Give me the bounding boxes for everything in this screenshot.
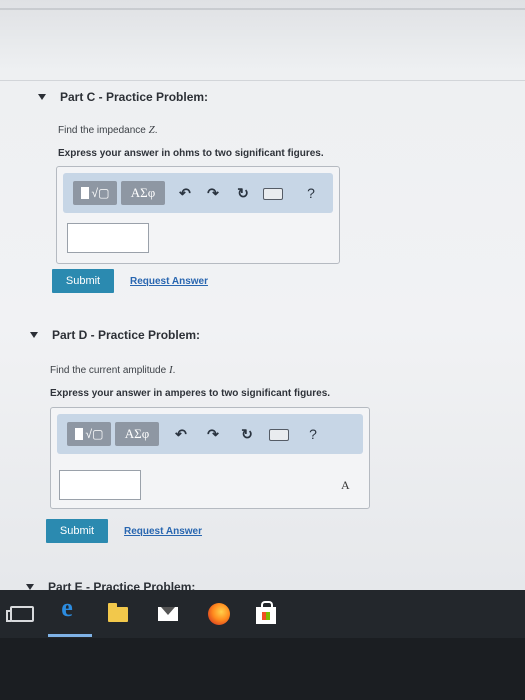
part-c-submit-button[interactable]: Submit <box>52 269 114 293</box>
part-d-request-answer-link[interactable]: Request Answer <box>124 526 202 537</box>
part-c-header[interactable]: Part C - Practice Problem: <box>38 90 208 104</box>
templates-button[interactable]: √▢ <box>67 422 111 446</box>
redo-icon[interactable]: ↷ <box>203 424 223 444</box>
help-button[interactable]: ? <box>303 424 323 444</box>
task-view-icon[interactable] <box>6 606 34 622</box>
keyboard-icon[interactable] <box>269 429 289 441</box>
part-d-header[interactable]: Part D - Practice Problem: <box>30 328 200 342</box>
symbols-button[interactable]: ΑΣφ <box>115 422 159 446</box>
file-explorer-icon[interactable] <box>108 603 128 622</box>
impedance-input[interactable] <box>67 223 149 253</box>
templates-button[interactable]: √▢ <box>73 181 117 205</box>
templates-label: √▢ <box>91 186 110 200</box>
taskbar: e <box>0 590 525 700</box>
collapse-caret-icon[interactable] <box>30 332 38 338</box>
symbols-button[interactable]: ΑΣφ <box>121 181 165 205</box>
unit-label: A <box>341 478 350 492</box>
browser-content: Part C - Practice Problem: Find the impe… <box>0 0 525 594</box>
part-d-submit-button[interactable]: Submit <box>46 519 108 543</box>
part-c-title: Part C - Practice Problem: <box>60 90 209 104</box>
templates-label: √▢ <box>85 427 104 441</box>
undo-icon[interactable]: ↶ <box>175 183 195 203</box>
reset-icon[interactable]: ↻ <box>237 424 257 444</box>
part-d-title: Part D - Practice Problem: <box>52 328 201 342</box>
store-icon[interactable] <box>256 601 276 624</box>
part-d-answer-box: √▢ ΑΣφ ↶ ↷ ↻ ? A <box>50 407 370 509</box>
help-button[interactable]: ? <box>301 183 321 203</box>
prompt-variable: Z <box>148 124 155 136</box>
template-block-icon <box>74 428 83 440</box>
template-block-icon <box>80 187 89 199</box>
part-c-request-answer-link[interactable]: Request Answer <box>130 276 208 287</box>
keyboard-icon[interactable] <box>263 188 283 200</box>
part-d-instruction: Express your answer in amperes to two si… <box>50 388 331 399</box>
section-divider <box>0 80 525 81</box>
redo-icon[interactable]: ↷ <box>203 183 223 203</box>
collapse-caret-icon[interactable] <box>38 94 46 100</box>
taskbar-row: e <box>0 590 525 638</box>
math-toolbar: √▢ ΑΣφ ↶ ↷ ↻ ? <box>57 414 363 454</box>
active-app-indicator <box>48 634 92 637</box>
reset-icon[interactable]: ↻ <box>233 183 253 203</box>
part-c-answer-box: √▢ ΑΣφ ↶ ↷ ↻ ? <box>56 166 340 264</box>
undo-icon[interactable]: ↶ <box>171 424 191 444</box>
part-c-prompt: Find the impedance Z. <box>58 124 158 136</box>
math-toolbar: √▢ ΑΣφ ↶ ↷ ↻ ? <box>63 173 333 213</box>
prompt-text: Find the current amplitude <box>50 365 167 376</box>
mail-icon[interactable] <box>158 607 178 621</box>
part-d-prompt: Find the current amplitude I. <box>50 364 176 376</box>
prompt-variable: I <box>168 364 173 376</box>
part-c-instruction: Express your answer in ohms to two signi… <box>58 148 324 159</box>
top-divider <box>0 8 525 10</box>
firefox-icon[interactable] <box>208 603 230 625</box>
internet-explorer-icon[interactable]: e <box>56 593 78 622</box>
prompt-text: Find the impedance <box>58 125 146 136</box>
current-amplitude-input[interactable] <box>59 470 141 500</box>
